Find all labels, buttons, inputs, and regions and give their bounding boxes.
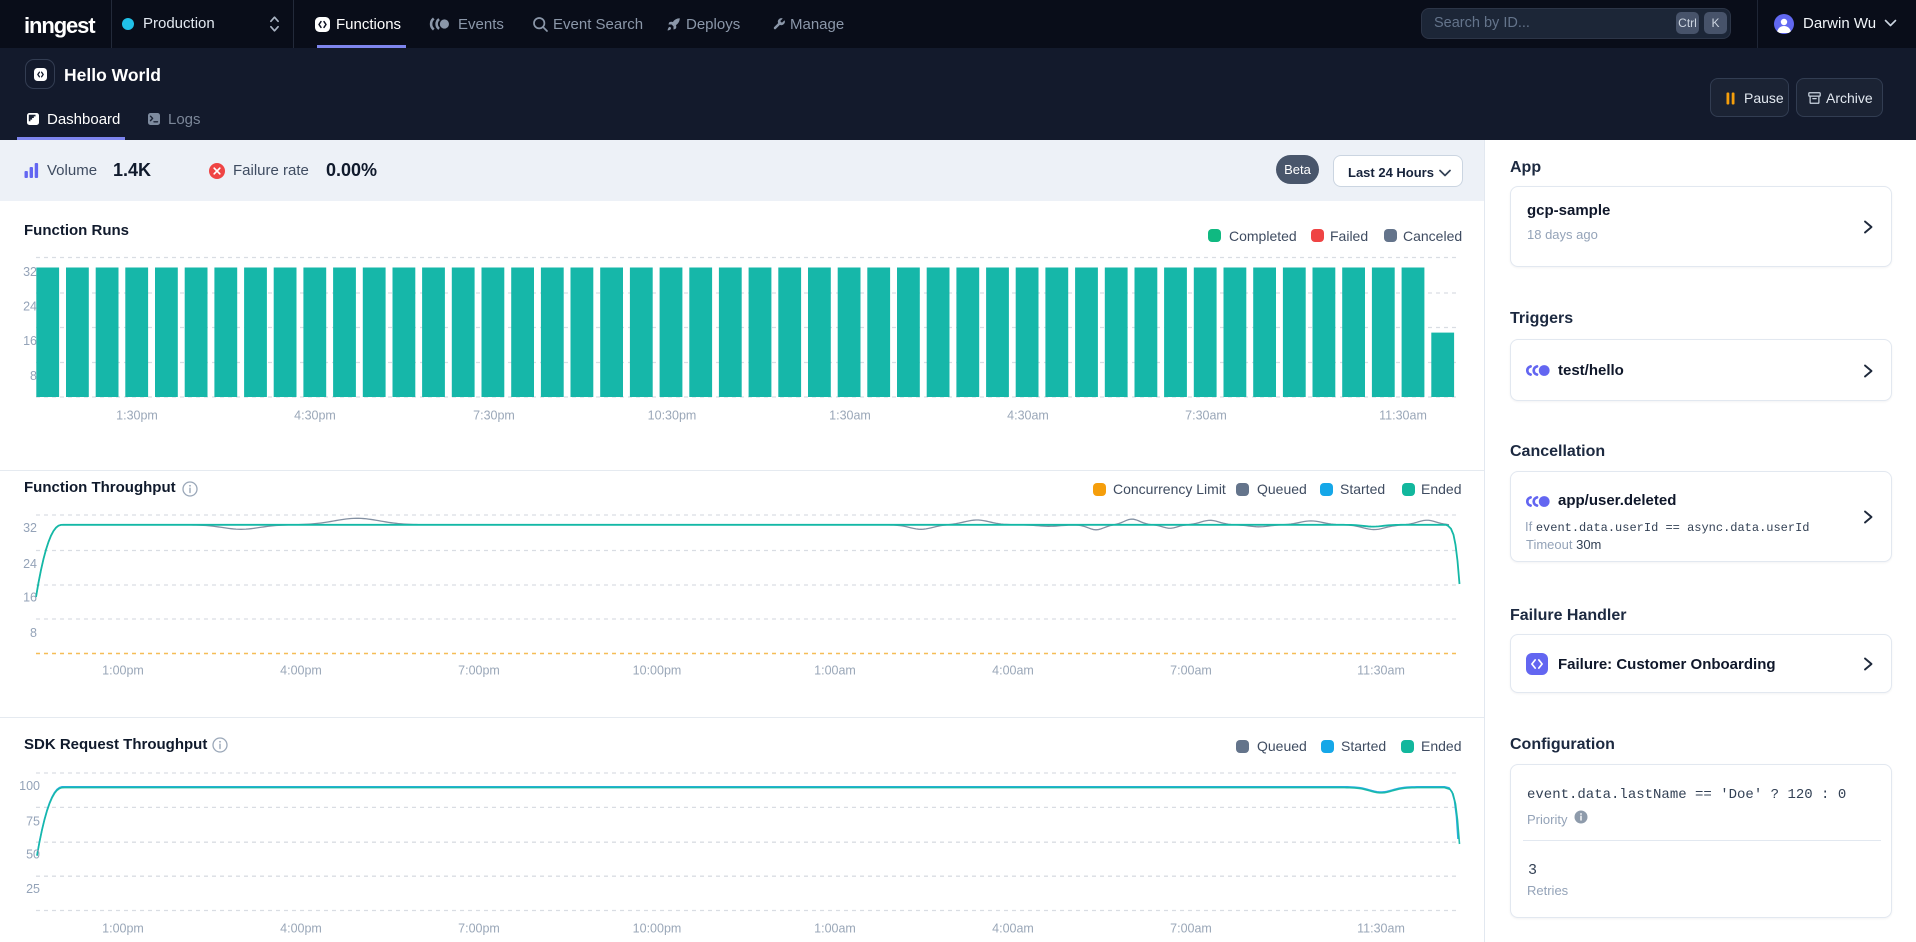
svg-text:11:30am: 11:30am (1379, 409, 1427, 423)
svg-text:11:30am: 11:30am (1357, 922, 1405, 936)
svg-text:1:00am: 1:00am (814, 922, 856, 936)
svg-text:4:00am: 4:00am (992, 664, 1034, 678)
svg-text:25: 25 (26, 882, 40, 896)
svg-text:4:00pm: 4:00pm (280, 922, 322, 936)
svg-text:100: 100 (19, 779, 40, 793)
svg-text:24: 24 (23, 557, 37, 571)
svg-text:11:30am: 11:30am (1357, 664, 1405, 678)
svg-text:4:30am: 4:30am (1007, 409, 1049, 423)
svg-text:7:00pm: 7:00pm (458, 922, 500, 936)
svg-text:4:30pm: 4:30pm (294, 409, 336, 423)
svg-text:4:00am: 4:00am (992, 922, 1034, 936)
svg-text:16: 16 (23, 590, 37, 604)
svg-text:1:00pm: 1:00pm (102, 922, 144, 936)
svg-text:32: 32 (23, 521, 37, 535)
svg-text:10:00pm: 10:00pm (633, 922, 682, 936)
svg-text:1:00am: 1:00am (814, 664, 856, 678)
svg-text:7:00pm: 7:00pm (458, 664, 500, 678)
svg-text:75: 75 (26, 815, 40, 829)
svg-text:16: 16 (23, 334, 37, 348)
svg-text:50: 50 (26, 848, 40, 862)
svg-text:24: 24 (23, 300, 37, 314)
svg-text:10:30pm: 10:30pm (648, 409, 697, 423)
svg-text:32: 32 (23, 265, 37, 279)
svg-text:1:30am: 1:30am (829, 409, 871, 423)
svg-text:10:00pm: 10:00pm (633, 664, 682, 678)
svg-text:1:00pm: 1:00pm (102, 664, 144, 678)
svg-text:7:00am: 7:00am (1170, 922, 1212, 936)
svg-text:7:30pm: 7:30pm (473, 409, 515, 423)
svg-text:7:30am: 7:30am (1185, 409, 1227, 423)
svg-text:8: 8 (30, 626, 37, 640)
svg-text:7:00am: 7:00am (1170, 664, 1212, 678)
svg-text:1:30pm: 1:30pm (116, 409, 158, 423)
svg-text:4:00pm: 4:00pm (280, 664, 322, 678)
svg-text:8: 8 (30, 369, 37, 383)
